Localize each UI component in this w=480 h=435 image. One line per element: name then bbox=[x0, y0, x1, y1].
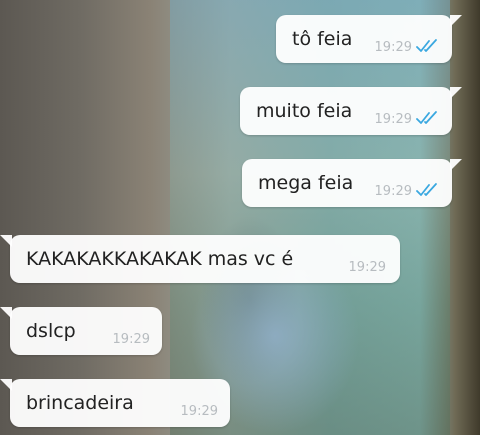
message-text: muito feia bbox=[256, 100, 353, 122]
message-text: tô feia bbox=[292, 28, 353, 50]
double-check-icon bbox=[416, 183, 437, 196]
message-time: 19:29 bbox=[348, 260, 386, 275]
message-bubble-outgoing[interactable]: tô feia 19:29 bbox=[276, 15, 462, 63]
message-bubble-incoming[interactable]: dslcp 19:29 bbox=[0, 307, 162, 355]
double-check-icon bbox=[416, 111, 437, 124]
message-bubble-incoming[interactable]: brincadeira 19:29 bbox=[0, 379, 230, 427]
message-bubble-incoming[interactable]: KAKAKAKKAKAKAK mas vc é 19:29 bbox=[0, 235, 400, 283]
message-text: dslcp bbox=[26, 320, 76, 342]
chat-message-list[interactable]: tô feia 19:29 muito feia 19:29 mega feia… bbox=[0, 0, 480, 435]
message-time: 19:29 bbox=[180, 404, 218, 419]
message-bubble-outgoing[interactable]: mega feia 19:29 bbox=[242, 159, 462, 207]
message-text: KAKAKAKKAKAKAK mas vc é bbox=[26, 248, 294, 270]
message-time: 19:29 bbox=[112, 332, 150, 347]
message-time: 19:29 bbox=[374, 112, 412, 127]
message-time: 19:29 bbox=[374, 184, 412, 199]
message-bubble-outgoing[interactable]: muito feia 19:29 bbox=[240, 87, 462, 135]
message-text: brincadeira bbox=[26, 392, 134, 414]
message-time: 19:29 bbox=[374, 40, 412, 55]
double-check-icon bbox=[416, 39, 437, 52]
message-text: mega feia bbox=[258, 172, 354, 194]
